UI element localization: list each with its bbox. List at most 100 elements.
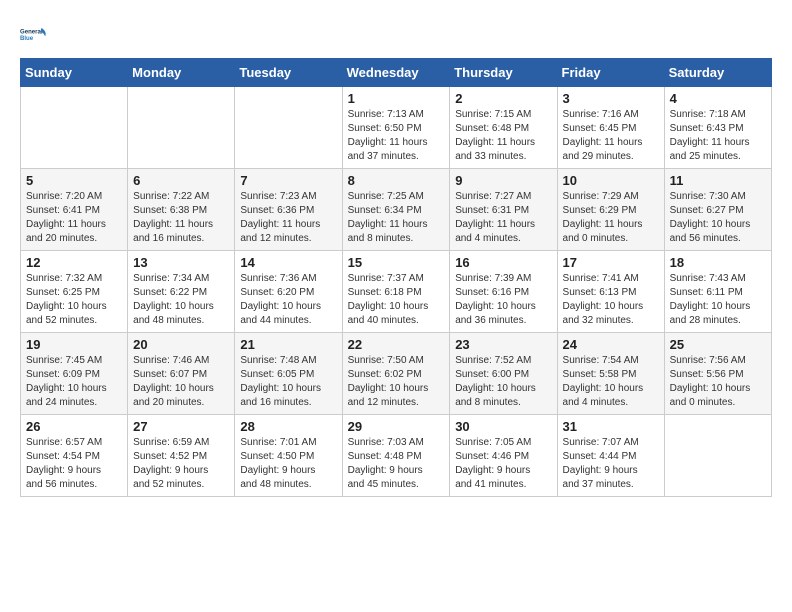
day-number: 13 [133,255,229,270]
day-cell: 6Sunrise: 7:22 AM Sunset: 6:38 PM Daylig… [128,169,235,251]
weekday-tuesday: Tuesday [235,59,342,87]
day-number: 25 [670,337,766,352]
day-number: 14 [240,255,336,270]
day-info: Sunrise: 7:13 AM Sunset: 6:50 PM Dayligh… [348,108,445,164]
day-info: Sunrise: 7:03 AM Sunset: 4:48 PM Dayligh… [348,436,445,492]
day-info: Sunrise: 7:36 AM Sunset: 6:20 PM Dayligh… [240,272,336,328]
day-number: 22 [348,337,445,352]
day-number: 23 [455,337,551,352]
day-info: Sunrise: 6:59 AM Sunset: 4:52 PM Dayligh… [133,436,229,492]
day-number: 17 [563,255,659,270]
day-info: Sunrise: 7:52 AM Sunset: 6:00 PM Dayligh… [455,354,551,410]
day-info: Sunrise: 7:22 AM Sunset: 6:38 PM Dayligh… [133,190,229,246]
day-cell: 10 Sunrise: 7:29 AM Sunset: 6:29 PM Dayli… [557,169,664,251]
day-cell: 18 Sunrise: 7:43 AM Sunset: 6:11 PM Dayli… [664,251,771,333]
day-number: 5 [26,173,122,188]
week-row-3: 12Sunrise: 7:32 AM Sunset: 6:25 PM Dayli… [21,251,772,333]
svg-text:General: General [20,30,43,36]
day-cell: 13 Sunrise: 7:34 AM Sunset: 6:22 PM Dayli… [128,251,235,333]
day-number: 27 [133,419,229,434]
day-cell [21,87,128,169]
day-number: 24 [563,337,659,352]
day-cell: 3 Sunrise: 7:16 AM Sunset: 6:45 PM Daylig… [557,87,664,169]
week-row-2: 5 Sunrise: 7:20 AM Sunset: 6:41 PM Daylig… [21,169,772,251]
day-info: Sunrise: 7:46 AM Sunset: 6:07 PM Dayligh… [133,354,229,410]
day-number: 3 [563,91,659,106]
weekday-monday: Monday [128,59,235,87]
weekday-friday: Friday [557,59,664,87]
day-cell: 19 Sunrise: 7:45 AM Sunset: 6:09 PM Dayli… [21,333,128,415]
day-info: Sunrise: 7:54 AM Sunset: 5:58 PM Dayligh… [563,354,659,410]
day-cell [664,415,771,497]
day-info: Sunrise: 7:20 AM Sunset: 6:41 PM Dayligh… [26,190,122,246]
day-info: Sunrise: 7:34 AM Sunset: 6:22 PM Dayligh… [133,272,229,328]
weekday-thursday: Thursday [450,59,557,87]
day-number: 15 [348,255,445,270]
day-cell: 25 Sunrise: 7:56 AM Sunset: 5:56 PM Dayli… [664,333,771,415]
day-info: Sunrise: 7:48 AM Sunset: 6:05 PM Dayligh… [240,354,336,410]
day-number: 9 [455,173,551,188]
day-info: Sunrise: 7:29 AM Sunset: 6:29 PM Dayligh… [563,190,659,246]
day-info: Sunrise: 7:45 AM Sunset: 6:09 PM Dayligh… [26,354,122,410]
day-info: Sunrise: 7:23 AM Sunset: 6:36 PM Dayligh… [240,190,336,246]
day-number: 19 [26,337,122,352]
day-info: Sunrise: 7:25 AM Sunset: 6:34 PM Dayligh… [348,190,445,246]
day-number: 8 [348,173,445,188]
day-cell: 1Sunrise: 7:13 AM Sunset: 6:50 PM Daylig… [342,87,450,169]
day-number: 20 [133,337,229,352]
day-cell: 15 Sunrise: 7:37 AM Sunset: 6:18 PM Dayli… [342,251,450,333]
svg-text:Blue: Blue [20,36,34,42]
day-number: 26 [26,419,122,434]
weekday-saturday: Saturday [664,59,771,87]
week-row-5: 26 Sunrise: 6:57 AM Sunset: 4:54 PM Dayli… [21,415,772,497]
day-info: Sunrise: 7:56 AM Sunset: 5:56 PM Dayligh… [670,354,766,410]
day-number: 21 [240,337,336,352]
day-number: 11 [670,173,766,188]
day-info: Sunrise: 7:50 AM Sunset: 6:02 PM Dayligh… [348,354,445,410]
day-cell: 4 Sunrise: 7:18 AM Sunset: 6:43 PM Daylig… [664,87,771,169]
day-number: 28 [240,419,336,434]
day-cell: 22 Sunrise: 7:50 AM Sunset: 6:02 PM Dayli… [342,333,450,415]
day-number: 4 [670,91,766,106]
day-number: 12 [26,255,122,270]
calendar: SundayMondayTuesdayWednesdayThursdayFrid… [20,58,772,497]
day-cell: 9Sunrise: 7:27 AM Sunset: 6:31 PM Daylig… [450,169,557,251]
day-cell: 14 Sunrise: 7:36 AM Sunset: 6:20 PM Dayli… [235,251,342,333]
day-cell: 12Sunrise: 7:32 AM Sunset: 6:25 PM Dayli… [21,251,128,333]
day-cell: 29Sunrise: 7:03 AM Sunset: 4:48 PM Dayli… [342,415,450,497]
logo-icon: GeneralBlue [20,20,48,48]
day-number: 2 [455,91,551,106]
day-number: 31 [563,419,659,434]
day-info: Sunrise: 7:30 AM Sunset: 6:27 PM Dayligh… [670,190,766,246]
day-number: 16 [455,255,551,270]
logo: GeneralBlue [20,20,48,48]
week-row-1: 1Sunrise: 7:13 AM Sunset: 6:50 PM Daylig… [21,87,772,169]
day-info: Sunrise: 7:39 AM Sunset: 6:16 PM Dayligh… [455,272,551,328]
day-number: 18 [670,255,766,270]
day-cell [128,87,235,169]
day-cell: 2 Sunrise: 7:15 AM Sunset: 6:48 PM Daylig… [450,87,557,169]
day-info: Sunrise: 6:57 AM Sunset: 4:54 PM Dayligh… [26,436,122,492]
day-info: Sunrise: 7:18 AM Sunset: 6:43 PM Dayligh… [670,108,766,164]
page-header: GeneralBlue [20,20,772,48]
day-cell: 7 Sunrise: 7:23 AM Sunset: 6:36 PM Daylig… [235,169,342,251]
day-cell: 11 Sunrise: 7:30 AM Sunset: 6:27 PM Dayli… [664,169,771,251]
day-info: Sunrise: 7:01 AM Sunset: 4:50 PM Dayligh… [240,436,336,492]
day-cell: 5 Sunrise: 7:20 AM Sunset: 6:41 PM Daylig… [21,169,128,251]
day-cell: 24 Sunrise: 7:54 AM Sunset: 5:58 PM Dayli… [557,333,664,415]
week-row-4: 19 Sunrise: 7:45 AM Sunset: 6:09 PM Dayli… [21,333,772,415]
day-info: Sunrise: 7:16 AM Sunset: 6:45 PM Dayligh… [563,108,659,164]
day-cell: 26 Sunrise: 6:57 AM Sunset: 4:54 PM Dayli… [21,415,128,497]
day-info: Sunrise: 7:37 AM Sunset: 6:18 PM Dayligh… [348,272,445,328]
day-number: 7 [240,173,336,188]
day-number: 10 [563,173,659,188]
weekday-header-row: SundayMondayTuesdayWednesdayThursdayFrid… [21,59,772,87]
day-info: Sunrise: 7:05 AM Sunset: 4:46 PM Dayligh… [455,436,551,492]
day-cell: 30Sunrise: 7:05 AM Sunset: 4:46 PM Dayli… [450,415,557,497]
day-cell: 21 Sunrise: 7:48 AM Sunset: 6:05 PM Dayli… [235,333,342,415]
weekday-sunday: Sunday [21,59,128,87]
day-info: Sunrise: 7:15 AM Sunset: 6:48 PM Dayligh… [455,108,551,164]
day-cell: 16 Sunrise: 7:39 AM Sunset: 6:16 PM Dayli… [450,251,557,333]
day-info: Sunrise: 7:43 AM Sunset: 6:11 PM Dayligh… [670,272,766,328]
day-cell: 8 Sunrise: 7:25 AM Sunset: 6:34 PM Daylig… [342,169,450,251]
